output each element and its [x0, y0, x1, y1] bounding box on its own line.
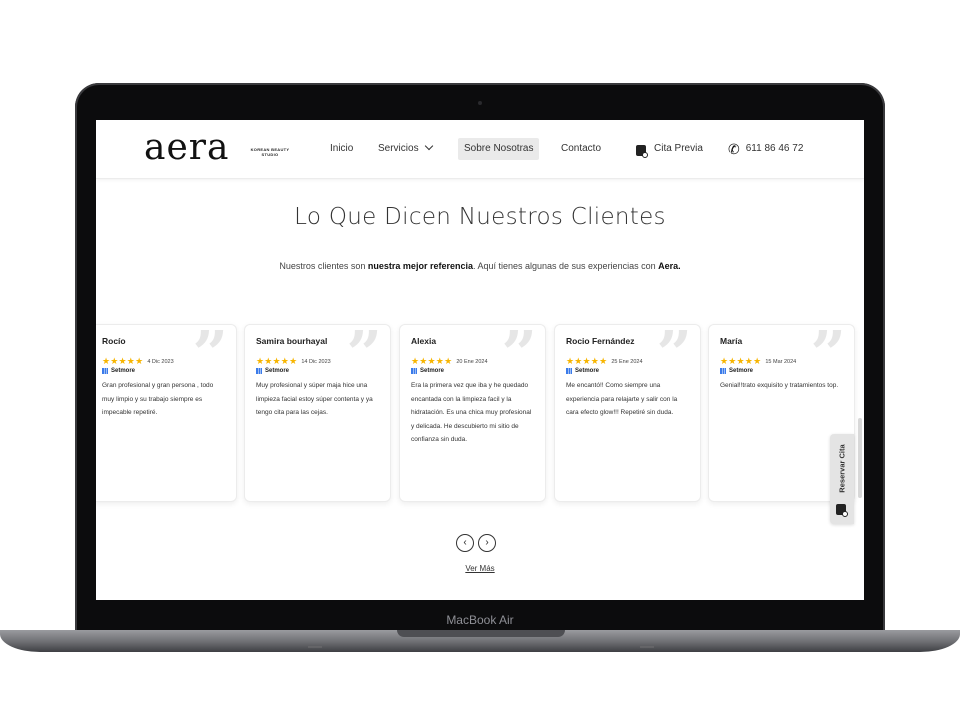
- review-date: 25 Ene 2024: [611, 358, 643, 365]
- setmore-icon: [566, 368, 572, 374]
- camera-icon: [478, 101, 482, 105]
- review-card: ” Alexia ★★★★★ 20 Ene 2024 Setmore Era l…: [399, 317, 546, 502]
- nav-sobre-label[interactable]: Sobre Nosotras: [458, 138, 540, 160]
- nav-item-inicio[interactable]: Inicio: [324, 138, 359, 160]
- star-rating: ★★★★★: [256, 356, 298, 366]
- laptop-foot: [640, 646, 654, 648]
- laptop-notch: [397, 630, 565, 637]
- phone-number[interactable]: 611 86 46 72: [746, 138, 804, 160]
- review-card: ” Samira bourhayal ★★★★★ 14 Dic 2023 Set…: [244, 317, 391, 502]
- setmore-icon: [102, 368, 108, 374]
- star-rating: ★★★★★: [566, 356, 608, 366]
- calendar-icon: [636, 144, 648, 158]
- review-card: ” Rocío ★★★★★ 4 Dic 2023 Setmore Gran pr…: [96, 317, 237, 502]
- reviews-carousel: ” Rocío ★★★★★ 4 Dic 2023 Setmore Gran pr…: [96, 317, 864, 502]
- quote-icon: ”: [346, 317, 382, 390]
- carousel-next-button[interactable]: ›: [478, 534, 496, 552]
- model-label: MacBook Air: [446, 613, 514, 627]
- nav-inicio-label[interactable]: Inicio: [324, 138, 359, 160]
- setmore-icon: [720, 368, 726, 374]
- laptop-frame: MacBook Air aera KOREAN BEAUTY STUDIO In…: [0, 0, 960, 720]
- review-date: 15 Mar 2024: [765, 358, 797, 365]
- nav-contacto-label[interactable]: Contacto: [555, 138, 607, 160]
- intro-part-4: Aera.: [658, 261, 681, 271]
- logo[interactable]: aera: [144, 128, 229, 168]
- section-title: Lo Que Dicen Nuestros Clientes: [294, 204, 666, 230]
- reservar-cita-tab[interactable]: Reservar Cita: [830, 434, 854, 524]
- setmore-icon: [256, 368, 262, 374]
- site-header: aera KOREAN BEAUTY STUDIO Inicio Servici…: [96, 120, 864, 179]
- ver-mas-link[interactable]: Ver Más: [96, 564, 864, 573]
- source-label: Setmore: [575, 368, 600, 374]
- laptop-foot: [308, 646, 322, 648]
- nav-item-sobre[interactable]: Sobre Nosotras: [458, 138, 540, 160]
- star-rating: ★★★★★: [720, 356, 762, 366]
- quote-icon: ”: [656, 317, 692, 390]
- phone-icon: ✆: [728, 141, 740, 157]
- star-rating: ★★★★★: [411, 356, 453, 366]
- setmore-icon: [411, 368, 417, 374]
- intro-part-3: . Aquí tienes algunas de sus experiencia…: [472, 261, 659, 271]
- review-date: 20 Ene 2024: [456, 358, 488, 365]
- source-label: Setmore: [729, 368, 754, 374]
- quote-icon: ”: [501, 317, 537, 390]
- logo-subtitle: KOREAN BEAUTY STUDIO: [250, 147, 290, 157]
- source-label: Setmore: [265, 368, 290, 374]
- review-date: 14 Dic 2023: [301, 358, 331, 365]
- star-rating: ★★★★★: [102, 356, 144, 366]
- intro-part-2: nuestra mejor referencia: [367, 261, 473, 271]
- chevron-down-icon: [424, 141, 433, 151]
- source-label: Setmore: [420, 368, 445, 374]
- quote-icon: ”: [810, 317, 846, 390]
- scrollbar[interactable]: [858, 418, 862, 498]
- nav-phone[interactable]: ✆ 611 86 46 72: [728, 138, 803, 160]
- nav-servicios-text: Servicios: [378, 143, 419, 154]
- carousel-arrows: ‹ ›: [456, 534, 496, 552]
- nav-cita-previa[interactable]: Cita Previa: [636, 138, 703, 160]
- nav-item-contacto[interactable]: Contacto: [555, 138, 607, 160]
- source-label: Setmore: [111, 368, 136, 374]
- carousel-prev-button[interactable]: ‹: [456, 534, 474, 552]
- quote-icon: ”: [192, 317, 228, 390]
- intro-part-1: Nuestros clientes son: [279, 261, 368, 271]
- review-date: 4 Dic 2023: [147, 358, 174, 365]
- laptop-base: [0, 630, 960, 652]
- nav-servicios-label[interactable]: Servicios: [372, 138, 438, 160]
- section-intro: Nuestros clientes son nuestra mejor refe…: [96, 261, 864, 271]
- calendar-icon: [836, 504, 848, 517]
- reservar-cita-label: Reservar Cita: [837, 444, 847, 493]
- review-card: ” Rocio Fernández ★★★★★ 25 Ene 2024 Setm…: [554, 317, 701, 502]
- nav-item-servicios[interactable]: Servicios: [372, 138, 438, 160]
- cita-previa-label[interactable]: Cita Previa: [654, 138, 703, 160]
- browser-viewport: aera KOREAN BEAUTY STUDIO Inicio Servici…: [96, 120, 864, 600]
